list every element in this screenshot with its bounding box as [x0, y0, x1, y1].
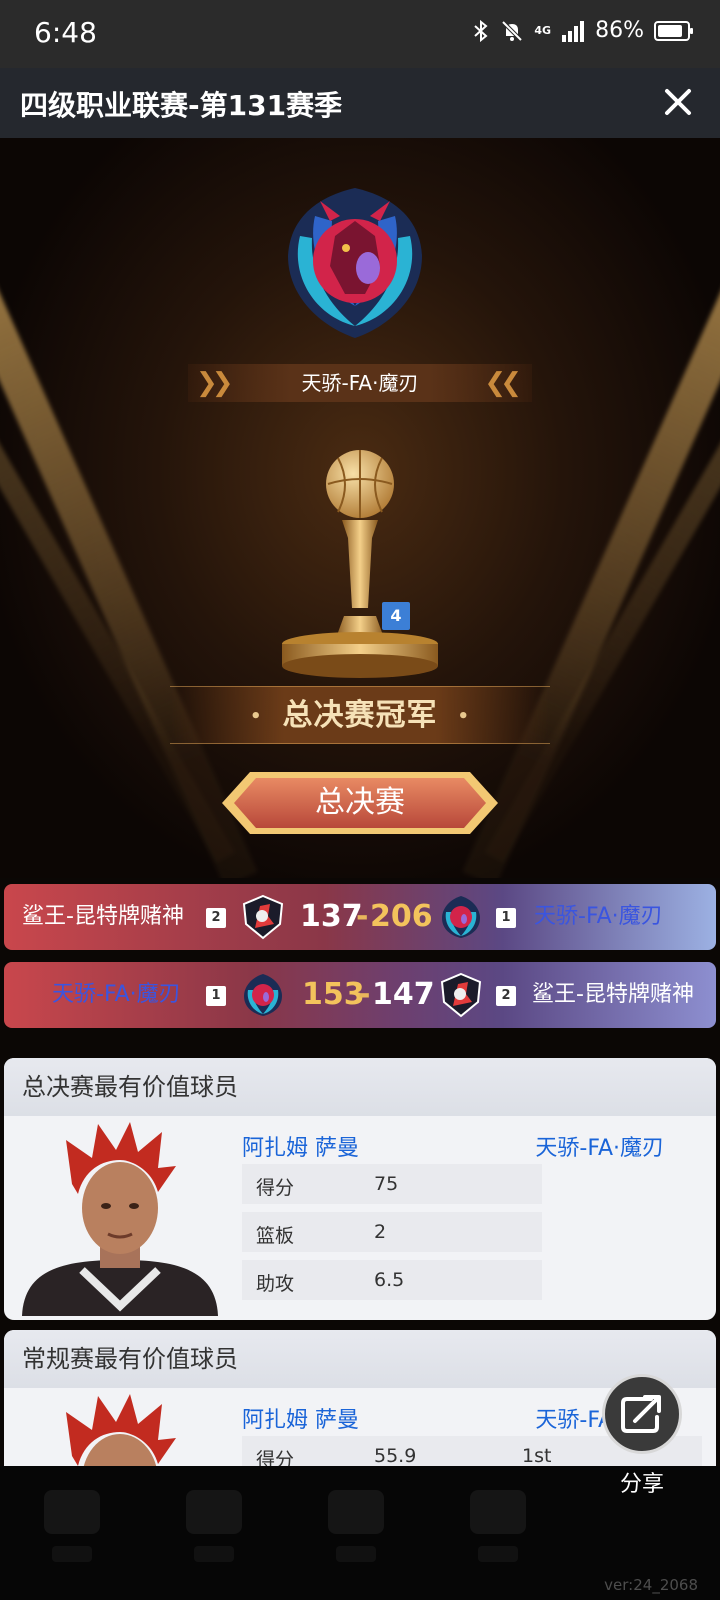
nav-item-icon[interactable] — [186, 1490, 242, 1534]
shark-team-logo — [242, 894, 284, 940]
battery-icon — [654, 20, 693, 41]
game-result-row[interactable]: 天骄-FA·魔刃 1 153 - 147 2 鲨王-昆特牌赌神 — [4, 962, 716, 1028]
status-bar: 6:48 4G 86% — [0, 0, 720, 68]
away-score: 147 — [372, 977, 435, 1012]
trophy-count-badge: 4 — [382, 602, 410, 630]
bluetooth-icon — [474, 19, 488, 42]
stat-value: 2 — [374, 1221, 387, 1243]
signal-icon — [562, 20, 585, 42]
share-button[interactable] — [602, 1374, 682, 1454]
stat-value: 6.5 — [374, 1269, 405, 1291]
home-seed-badge: 1 — [206, 986, 226, 1006]
chevron-left-icon: ❮❮ — [484, 368, 521, 398]
finals-button-label: 总决赛 — [315, 785, 405, 820]
mvp-player-name[interactable]: 阿扎姆 萨曼 — [242, 1402, 359, 1434]
mvp-player-name[interactable]: 阿扎姆 萨曼 — [242, 1130, 359, 1162]
shark-team-logo — [440, 972, 482, 1018]
light-ray — [462, 138, 720, 878]
stat-value: 55.9 — [374, 1445, 417, 1467]
champion-title: 总决赛冠军 — [282, 698, 438, 733]
status-icons: 4G 86% — [472, 18, 693, 43]
mvp-team-name[interactable]: 天骄-FA·魔刃 — [535, 1130, 664, 1162]
nav-item-icon[interactable] — [44, 1490, 100, 1534]
champion-hero: ❯❯ 天骄-FA·魔刃 ❮❮ 4 • 总决赛冠军 • 总决赛 — [0, 138, 720, 878]
score-separator: - — [356, 899, 369, 934]
finals-stage-button[interactable]: 总决赛 — [220, 770, 500, 836]
champion-title-banner: • 总决赛冠军 • — [170, 686, 550, 744]
share-label: 分享 — [619, 1472, 664, 1497]
stat-label: 篮板 — [256, 1225, 295, 1247]
page-title: 四级职业联赛-第131赛季 — [20, 89, 343, 122]
away-team-name: 鲨王-昆特牌赌神 — [532, 982, 694, 1007]
stat-label: 助攻 — [256, 1273, 295, 1295]
battery-level — [658, 24, 682, 37]
finals-mvp-heading: 总决赛最有价值球员 — [4, 1058, 716, 1116]
share-icon — [621, 1395, 661, 1433]
stat-value: 75 — [374, 1173, 399, 1195]
close-icon[interactable] — [658, 82, 698, 122]
away-team-name: 天骄-FA·魔刃 — [534, 904, 663, 929]
champion-team-banner: ❯❯ 天骄-FA·魔刃 ❮❮ — [188, 364, 532, 402]
trophy-icon — [282, 450, 438, 678]
home-score: 153 — [302, 977, 365, 1012]
player-portrait — [22, 1122, 218, 1316]
nav-item-icon[interactable] — [470, 1490, 526, 1534]
nav-item-label-placeholder — [478, 1546, 518, 1562]
chevron-right-icon: ❯❯ — [196, 368, 233, 398]
game-result-row[interactable]: 鲨王-昆特牌赌神 2 137 - 206 1 天骄-FA·魔刃 — [4, 884, 716, 950]
status-time: 6:48 — [34, 16, 97, 49]
nav-item-label-placeholder — [336, 1546, 376, 1562]
finals-mvp-card: 总决赛最有价值球员 阿扎姆 萨曼 天骄-FA·魔刃 得分 75 篮板 2 助攻 … — [4, 1058, 716, 1320]
diamond-icon: • — [457, 705, 471, 727]
nav-item-icon[interactable] — [328, 1490, 384, 1534]
champion-team-logo — [288, 188, 422, 338]
stat-rank: 1st — [522, 1445, 552, 1467]
away-seed-badge: 2 — [496, 986, 516, 1006]
network-type-label: 4G — [534, 23, 552, 37]
version-label: ver:24_2068 — [604, 1576, 698, 1594]
title-bar: 四级职业联赛-第131赛季 — [0, 68, 720, 138]
nav-item-label-placeholder — [194, 1546, 234, 1562]
home-team-name: 鲨王-昆特牌赌神 — [22, 904, 184, 929]
stat-row: 得分 75 — [242, 1164, 542, 1204]
nav-item-label-placeholder — [52, 1546, 92, 1562]
dragon-team-logo — [244, 974, 282, 1016]
diamond-icon: • — [249, 705, 263, 727]
light-ray — [0, 138, 258, 878]
stat-row: 助攻 6.5 — [242, 1260, 542, 1300]
away-seed-badge: 1 — [496, 908, 516, 928]
home-seed-badge: 2 — [206, 908, 226, 928]
champion-team-name: 天骄-FA·魔刃 — [301, 371, 419, 395]
stat-row: 篮板 2 — [242, 1212, 542, 1252]
stat-label: 得分 — [256, 1177, 295, 1199]
dragon-team-logo — [442, 896, 480, 938]
score-separator: - — [358, 977, 371, 1012]
home-team-name: 天骄-FA·魔刃 — [52, 982, 181, 1007]
away-score: 206 — [370, 899, 433, 934]
battery-percent: 86% — [595, 18, 644, 43]
home-score: 137 — [300, 899, 363, 934]
bell-muted-icon — [501, 20, 523, 41]
